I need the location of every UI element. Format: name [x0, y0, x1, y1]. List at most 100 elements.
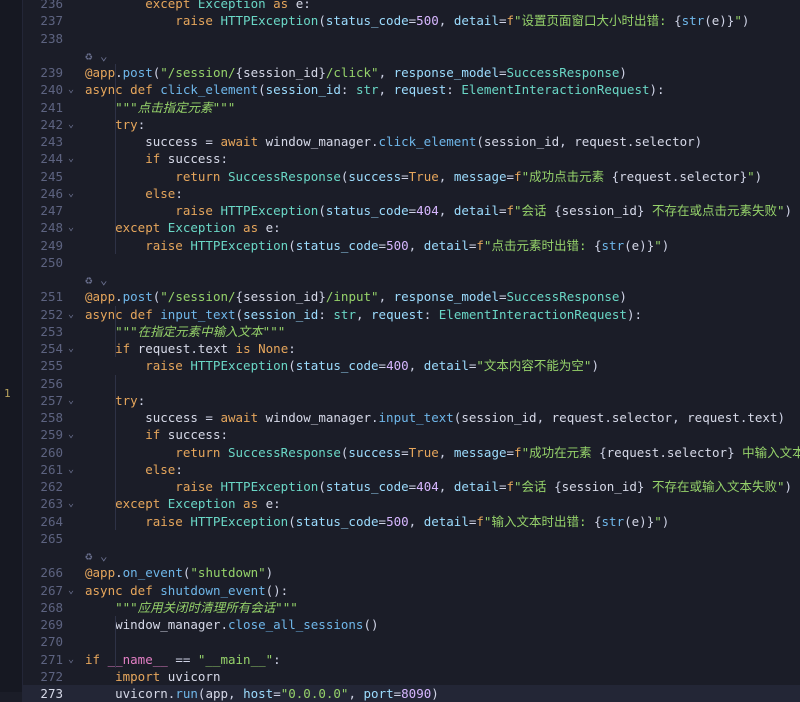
line-number: 271 — [40, 651, 63, 667]
fold-chevron-icon[interactable]: ⌄ — [68, 306, 74, 323]
code-text: except Exception as e: — [85, 0, 311, 12]
code-line[interactable]: 262 raise HTTPException(status_code = 404,… — [22, 478, 800, 495]
code-area[interactable]: 236 except Exception as e: 237 raise HTTP… — [22, 0, 800, 702]
code-line[interactable]: 273 uvicorn.run(app, host="0.0.0.0", por… — [22, 685, 800, 702]
code-token: , — [438, 444, 454, 460]
code-token: try — [85, 392, 138, 408]
code-token: detail — [453, 13, 499, 29]
code-token: session_id — [265, 82, 341, 98]
code-token: if — [85, 651, 108, 667]
code-token: host — [243, 686, 274, 701]
code-line[interactable]: 245 return SuccessResponse(success=True,… — [22, 168, 800, 185]
code-line[interactable]: 242 ⌄ try: — [22, 116, 800, 133]
code-token: : — [220, 427, 229, 443]
code-token: = — [401, 168, 409, 184]
code-token: HTTPException — [190, 513, 289, 529]
code-line[interactable]: 272 import uvicorn — [22, 668, 800, 685]
code-line[interactable]: 270 — [22, 633, 800, 650]
code-token: post — [122, 289, 153, 305]
code-line[interactable]: 244 ⌄ if success: — [22, 150, 800, 167]
code-token: success — [348, 168, 402, 184]
code-token: str — [601, 237, 625, 253]
fold-chevron-icon[interactable]: ⌄ — [68, 392, 74, 409]
code-line[interactable]: 268 """应用关闭时清理所有会话""" — [22, 599, 800, 616]
fold-chevron-icon[interactable]: ⌄ — [68, 219, 74, 236]
code-line[interactable]: 256 — [22, 375, 800, 392]
code-line[interactable]: 266 @app.on_event("shutdown") — [22, 564, 800, 581]
fold-chevron-icon[interactable]: ⌄ — [68, 651, 74, 668]
code-line[interactable]: 257 ⌄ try: — [22, 392, 800, 409]
code-token: () — [363, 617, 379, 632]
code-line[interactable]: ♻ ⌄ — [22, 47, 800, 64]
fold-chevron-icon[interactable]: ⌄ — [68, 426, 74, 443]
codelens-hint-icon[interactable]: ♻ ⌄ — [85, 48, 108, 63]
fold-chevron-icon[interactable]: ⌄ — [68, 495, 74, 512]
fold-chevron-icon[interactable]: ⌄ — [68, 150, 74, 167]
code-token: = — [273, 686, 281, 701]
codelens-hint-icon[interactable]: ♻ ⌄ — [85, 272, 108, 287]
code-line[interactable]: 250 — [22, 254, 800, 271]
code-line[interactable]: 248 ⌄ except Exception as e: — [22, 219, 800, 236]
code-token: "会话 — [514, 203, 555, 218]
line-number: 239 — [40, 65, 63, 80]
fold-chevron-icon[interactable]: ⌄ — [68, 340, 74, 357]
code-token: request — [137, 341, 191, 356]
code-line[interactable]: 251 @app.post("/session/{session_id}/inpu… — [22, 288, 800, 305]
code-line[interactable]: 264 raise HTTPException(status_code=500,… — [22, 513, 800, 530]
code-token: run — [175, 686, 198, 701]
fold-chevron-icon[interactable]: ⌄ — [68, 461, 74, 478]
code-line[interactable]: 260 return SuccessResponse(success=True,… — [22, 444, 800, 461]
code-line[interactable]: 258 success = await window_manager.input… — [22, 409, 800, 426]
code-line[interactable]: 240 ⌄ async def click_element(session_id: … — [22, 81, 800, 98]
code-token: " — [734, 13, 742, 29]
code-token: )} — [639, 513, 655, 529]
code-token: success — [85, 410, 206, 425]
code-token: session_id — [243, 65, 319, 80]
code-line[interactable]: 271 ⌄ if __name__ == "__main__": — [22, 651, 800, 668]
code-token: request — [619, 168, 672, 184]
code-line[interactable]: 243 success = await window_manager.click… — [22, 133, 800, 150]
fold-chevron-icon[interactable]: ⌄ — [68, 185, 74, 202]
code-editor[interactable]: 1 236 except Exception as e: 237 raise HT… — [0, 0, 800, 702]
code-line[interactable]: 241 """点击指定元素""" — [22, 99, 800, 116]
code-line[interactable]: 238 — [22, 30, 800, 47]
code-line[interactable]: 247 raise HTTPException(status_code = 404,… — [22, 202, 800, 219]
code-token: __name__ — [107, 651, 168, 667]
code-token: ) — [777, 410, 786, 425]
code-token: , — [536, 410, 552, 425]
gutter-strip: 1 — [0, 0, 23, 692]
code-line[interactable]: ♻ ⌄ — [22, 271, 800, 288]
code-line[interactable]: 249 raise HTTPException(status_code=500,… — [22, 237, 800, 254]
line-number: 238 — [40, 30, 63, 46]
code-token: success — [348, 444, 402, 460]
fold-chevron-icon[interactable]: ⌄ — [68, 116, 74, 133]
code-line[interactable]: 239 @app.post("/session/{session_id}/clic… — [22, 64, 800, 81]
codelens-hint-icon[interactable]: ♻ ⌄ — [85, 548, 108, 563]
code-token: ( — [288, 513, 296, 529]
code-line[interactable]: 261 ⌄ else: — [22, 461, 800, 478]
fold-chevron-icon[interactable]: ⌄ — [68, 582, 74, 599]
code-token: request — [606, 444, 660, 460]
code-line[interactable]: 269 window_manager.close_all_sessions() — [22, 616, 800, 633]
code-line[interactable]: 267 ⌄ async def shutdown_event(): — [22, 582, 800, 599]
code-token: response_model — [393, 289, 499, 305]
code-line[interactable]: 263 ⌄ except Exception as e: — [22, 495, 800, 512]
code-line[interactable]: 255 raise HTTPException(status_code=400,… — [22, 357, 800, 374]
code-token: ) — [431, 686, 439, 701]
code-line[interactable]: 252 ⌄ async def input_text(session_id: str… — [22, 306, 800, 323]
code-line[interactable]: 253 """在指定元素中输入文本""" — [22, 323, 800, 340]
code-line[interactable]: 259 ⌄ if success: — [22, 426, 800, 443]
fold-chevron-icon[interactable]: ⌄ — [68, 81, 74, 98]
code-token: : — [273, 220, 281, 236]
code-line[interactable]: 237 raise HTTPException(status_code=500,… — [22, 12, 800, 29]
code-line[interactable]: 236 except Exception as e: — [22, 0, 800, 12]
code-line[interactable]: 246 ⌄ else: — [22, 185, 800, 202]
code-token: return — [85, 444, 228, 460]
code-token: )} — [639, 237, 655, 253]
code-token: request — [574, 134, 627, 149]
code-token: ) — [619, 65, 627, 80]
code-token: } — [727, 444, 735, 460]
code-line[interactable]: 265 — [22, 530, 800, 547]
code-line[interactable]: 254 ⌄ if request.text is None: — [22, 340, 800, 357]
code-line[interactable]: ♻ ⌄ — [22, 547, 800, 564]
